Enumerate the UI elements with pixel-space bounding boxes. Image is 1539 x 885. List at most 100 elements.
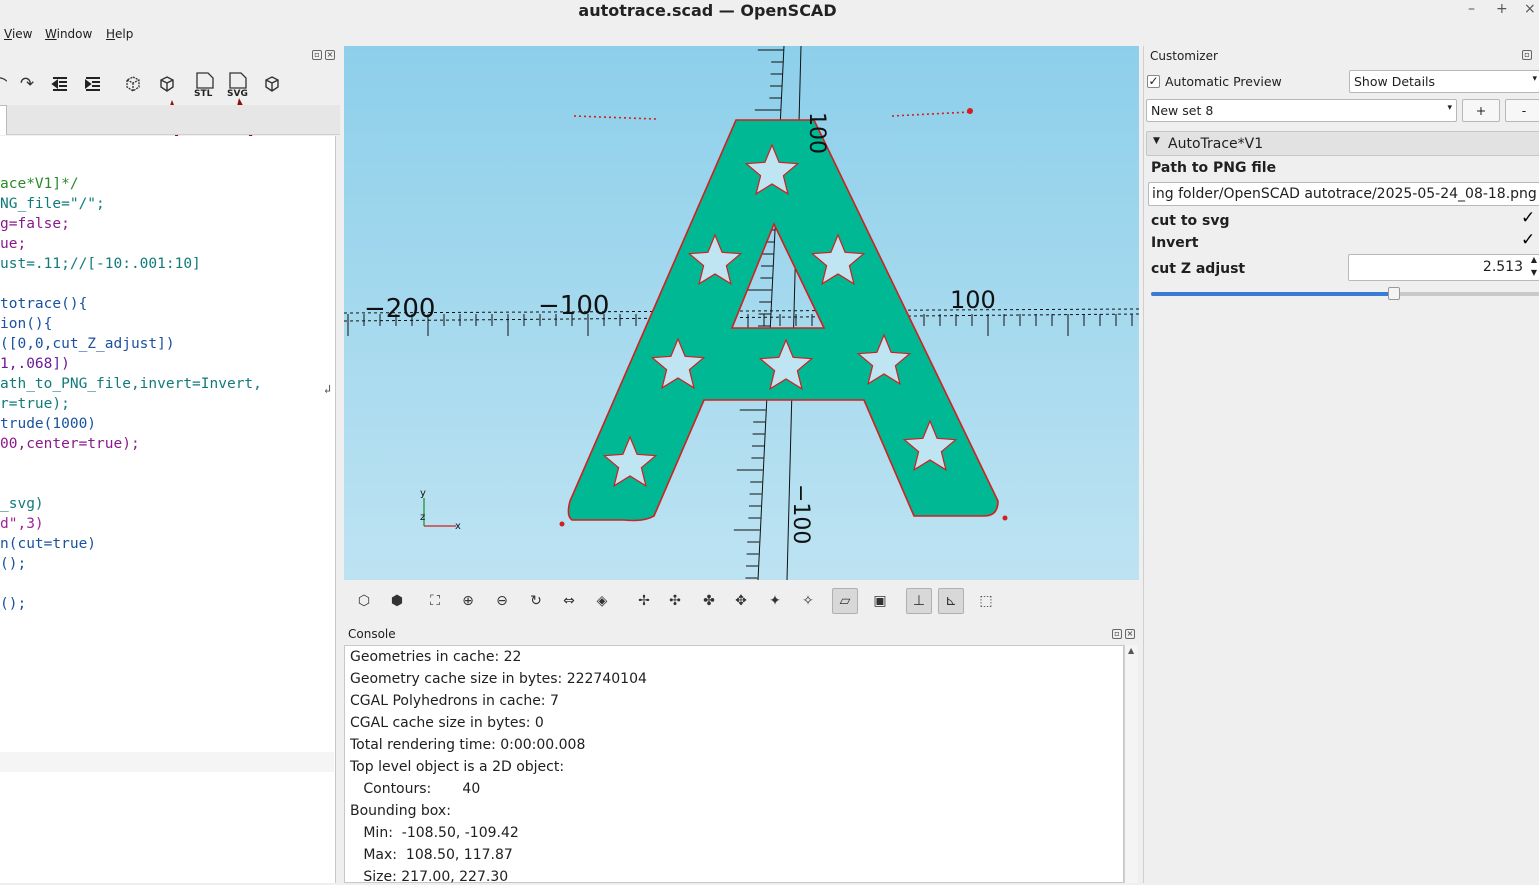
axes-x-label: x [455, 521, 461, 532]
preset-select[interactable]: New set 8 ▾ [1146, 99, 1457, 122]
zoom-in-icon[interactable]: ⊕ [455, 588, 481, 614]
cut-z-slider-handle[interactable] [1388, 287, 1401, 300]
console-float-icon[interactable]: ▫ [1112, 629, 1122, 639]
editor-tab-bar [0, 105, 340, 135]
details-select[interactable]: Show Details ▾ [1349, 70, 1539, 93]
minimize-icon[interactable]: – [1468, 1, 1475, 17]
maximize-icon[interactable]: + [1496, 1, 1508, 17]
chevron-down-icon: ▼ [1153, 136, 1160, 146]
invert-checkbox[interactable]: ✓ [1521, 230, 1535, 250]
zoom-out-icon[interactable]: ⊖ [489, 588, 515, 614]
code-line: ue; [0, 236, 27, 252]
axis-label-y-bottom: −100 [788, 484, 813, 544]
render-canvas: −200 −100 100 100 −100 x y z [344, 46, 1139, 580]
chevron-down-icon: ▾ [1532, 74, 1537, 84]
code-line: g=false; [0, 216, 70, 232]
scroll-up-icon[interactable]: ▲ [1128, 646, 1134, 655]
axes-y-label: y [420, 488, 426, 499]
top-view-icon[interactable]: ✤ [696, 588, 722, 614]
customizer-title: Customizer [1150, 49, 1218, 63]
console-line: Min: -108.50, -109.42 [350, 825, 519, 841]
console-line: Geometry cache size in bytes: 222740104 [350, 671, 647, 687]
menu-bar: View Window Help [0, 24, 1539, 44]
code-line: totrace(){ [0, 296, 88, 312]
unindent-icon[interactable] [49, 73, 71, 95]
cut-to-svg-checkbox[interactable]: ✓ [1521, 208, 1535, 228]
chevron-down-icon: ▾ [1447, 103, 1452, 113]
group-header[interactable]: ▼ AutoTrace*V1 [1146, 131, 1539, 156]
code-line: (); [0, 556, 27, 572]
console-line: CGAL Polyhedrons in cache: 7 [350, 693, 559, 709]
editor-close-icon[interactable]: × [325, 50, 335, 60]
cut-z-slider-fill [1151, 292, 1395, 296]
code-line: 00,center=true); [0, 436, 140, 452]
path-to-png-label: Path to PNG file [1151, 160, 1277, 176]
3d-viewport[interactable]: −200 −100 100 100 −100 x y z [344, 46, 1139, 580]
console-output[interactable]: Geometries in cache: 22 Geometry cache s… [344, 645, 1124, 885]
automatic-preview-label: Automatic Preview [1165, 74, 1282, 89]
redo-icon[interactable]: ↷ [16, 73, 38, 95]
preview-icon[interactable]: ⬡ [351, 588, 377, 614]
axis-label-neg200: −200 [364, 294, 435, 324]
title-bar: autotrace.scad — OpenSCAD – + × [0, 0, 1539, 22]
axis-label-pos100: 100 [950, 286, 996, 314]
surface-icon[interactable]: ◈ [589, 588, 615, 614]
preview-icon[interactable] [122, 73, 144, 95]
code-line: _svg) [0, 496, 44, 512]
left-view-icon[interactable]: ✣ [662, 588, 688, 614]
menu-help[interactable]: Help [106, 27, 133, 41]
code-editor[interactable]: ace*V1]*/ NG_file="/"; g=false; ue; ust=… [0, 136, 336, 883]
code-line: 1,.068]) [0, 356, 70, 372]
show-edges-icon[interactable]: ⬚ [973, 588, 999, 614]
right-view-icon[interactable]: ✢ [631, 588, 657, 614]
customizer-float-icon[interactable]: ▫ [1522, 50, 1532, 60]
menu-view[interactable]: View [4, 27, 32, 41]
remove-preset-button[interactable]: - [1505, 99, 1539, 122]
render-icon[interactable]: ⬢ [384, 588, 410, 614]
code-line: ace*V1]*/ [0, 176, 79, 192]
customizer-panel: Customizer ▫ ✓ Automatic Preview Show De… [1143, 46, 1539, 883]
front-view-icon[interactable]: ✦ [762, 588, 788, 614]
close-icon[interactable]: × [1524, 1, 1536, 17]
window-title: autotrace.scad — OpenSCAD [578, 1, 837, 20]
menu-window[interactable]: Window [45, 27, 92, 41]
console-scrollbar[interactable]: ▲ [1124, 645, 1138, 883]
path-to-png-input[interactable]: ing folder/OpenSCAD autotrace/2025-05-24… [1148, 182, 1539, 206]
view-all-icon[interactable]: ⛶ [422, 588, 448, 614]
view-all-fit-icon[interactable]: ⇔ [556, 588, 582, 614]
code-line: ath_to_PNG_file,invert=Invert, [0, 376, 262, 392]
bottom-view-icon[interactable]: ✥ [728, 588, 754, 614]
invert-label: Invert [1151, 235, 1199, 251]
show-scale-icon[interactable]: ⊾ [938, 588, 964, 614]
back-view-icon[interactable]: ✧ [795, 588, 821, 614]
console-line: Geometries in cache: 22 [350, 649, 522, 665]
editor-float-icon[interactable]: ▫ [312, 50, 322, 60]
indent-icon[interactable] [82, 73, 104, 95]
reset-view-icon[interactable]: ↻ [523, 588, 549, 614]
spin-down-icon: ▼ [1530, 268, 1537, 277]
current-line-highlight [0, 752, 334, 772]
axes-indicator: x y z [420, 488, 461, 532]
console-close-icon[interactable]: × [1125, 629, 1135, 639]
orthogonal-icon[interactable]: ▣ [867, 588, 893, 614]
add-preset-button[interactable]: + [1462, 99, 1500, 122]
cut-z-slider-track[interactable] [1151, 287, 1539, 300]
code-line: trude(1000) [0, 416, 97, 432]
editor-tab[interactable] [0, 105, 7, 135]
console-line: Max: 108.50, 117.87 [350, 847, 513, 863]
cut-to-svg-label: cut to svg [1151, 213, 1230, 229]
wrap-icon: ↲ [324, 382, 332, 396]
code-line: n(cut=true) [0, 536, 97, 552]
code-line: ust=.11;//[-10:.001:10] [0, 256, 201, 272]
automatic-preview-checkbox[interactable]: ✓ [1147, 75, 1160, 88]
cut-z-adjust-label: cut Z adjust [1151, 261, 1246, 277]
code-line: d",3) [0, 516, 44, 532]
perspective-icon[interactable]: ▱ [832, 588, 858, 614]
code-line: ([0,0,cut_Z_adjust]) [0, 336, 175, 352]
cut-z-adjust-spinbox[interactable]: 2.513 ▲ ▼ [1348, 254, 1539, 281]
spin-up-icon: ▲ [1530, 255, 1537, 264]
console-line: Total rendering time: 0:00:00.008 [350, 737, 586, 753]
show-axes-icon[interactable]: ⊥ [906, 588, 932, 614]
undo-icon[interactable]: ⌒ [0, 73, 8, 97]
console-line: CGAL cache size in bytes: 0 [350, 715, 544, 731]
